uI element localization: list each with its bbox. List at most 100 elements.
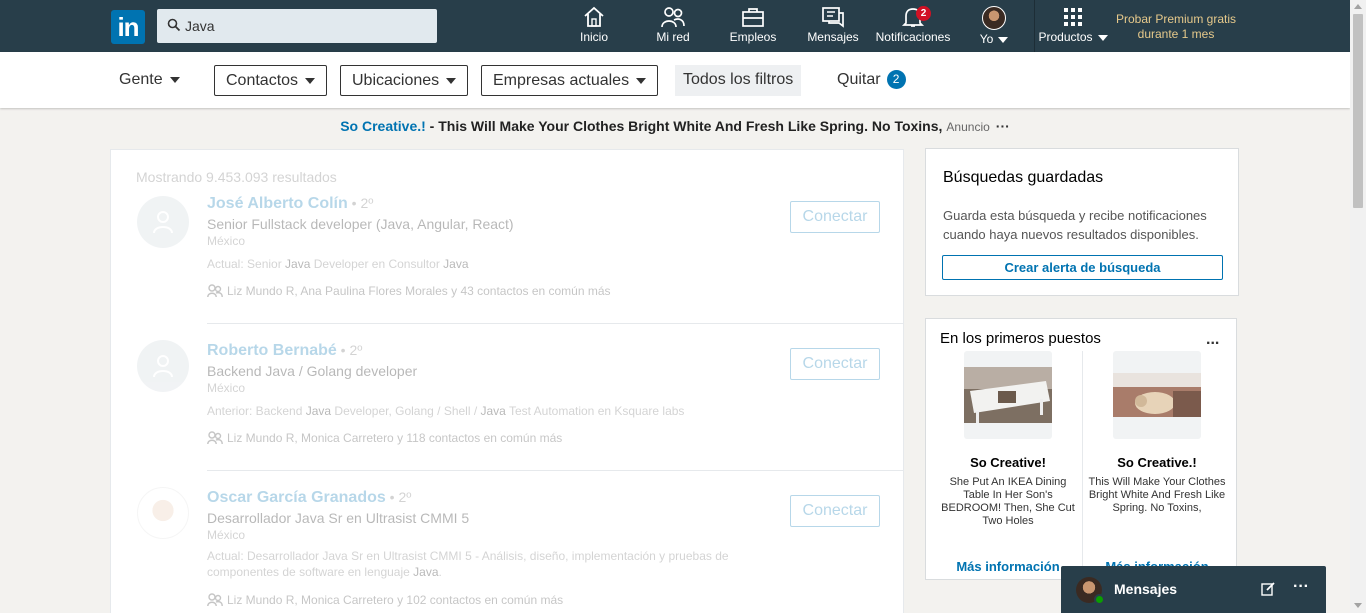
scroll-up-icon[interactable]	[1354, 4, 1362, 9]
create-search-alert-button[interactable]: Crear alerta de búsqueda	[942, 255, 1223, 280]
messaging-overlay[interactable]: Mensajes ···	[1061, 566, 1326, 613]
result-item: José Alberto Colín • 2º Senior Fullstack…	[111, 195, 903, 342]
notifications-badge: 2	[916, 6, 931, 21]
search-box[interactable]	[157, 9, 437, 43]
clear-filters-button[interactable]: Quitar 2	[837, 65, 906, 96]
nav-messaging-label: Mensajes	[807, 30, 859, 44]
chevron-down-icon	[169, 76, 180, 83]
snippet-keyword: Java	[413, 565, 439, 579]
shared-connections[interactable]: Liz Mundo R, Monica Carretero y 118 cont…	[207, 431, 562, 445]
result-headline: Desarrollador Java Sr en Ultrasist CMMI …	[207, 510, 470, 526]
ad-label: Anuncio	[946, 120, 990, 134]
connection-degree: • 2º	[385, 489, 412, 505]
home-icon	[584, 6, 604, 27]
messaging-label[interactable]: Mensajes	[1114, 581, 1177, 597]
global-nav: in Inicio Mi red Empleos Mensajes 2 Noti…	[0, 0, 1350, 52]
filter-connections-label: Contactos	[226, 72, 299, 89]
result-name[interactable]: Roberto Bernabé • 2º	[207, 342, 362, 360]
promoted-description: This Will Make Your Clothes Bright White…	[1088, 476, 1226, 514]
results-count: Mostrando 9.453.093 resultados	[136, 169, 337, 185]
ad-more-icon[interactable]: ···	[996, 118, 1010, 134]
nav-products-label-wrap: Productos	[1036, 30, 1110, 44]
filter-locations[interactable]: Ubicaciones	[340, 65, 469, 96]
promoted-item[interactable]: So Creative! She Put An IKEA Dining Tabl…	[935, 351, 1081, 574]
nav-network[interactable]: Mi red	[652, 6, 694, 50]
nav-divider	[1034, 0, 1035, 52]
shared-connections-text: Liz Mundo R, Monica Carretero y 102 cont…	[227, 593, 564, 607]
connect-button[interactable]: Conectar	[790, 201, 880, 233]
promoted-item[interactable]: So Creative.! This Will Make Your Clothe…	[1084, 351, 1230, 574]
snippet-text: .	[438, 565, 442, 579]
profile-photo-placeholder[interactable]	[137, 196, 189, 248]
connection-degree: • 2º	[347, 195, 374, 211]
filter-current-companies[interactable]: Empresas actuales	[481, 65, 659, 96]
filter-connections[interactable]: Contactos	[214, 65, 328, 96]
linkedin-search-page: in Inicio Mi red Empleos Mensajes 2 Noti…	[0, 0, 1366, 613]
people-icon	[207, 284, 223, 298]
snippet-text: Test Automation en Ksquare labs	[505, 404, 685, 418]
scroll-down-icon[interactable]	[1354, 603, 1362, 608]
ad-text[interactable]: - This Will Make Your Clothes Bright Whi…	[426, 118, 943, 134]
shared-connections-text: Liz Mundo R, Monica Carretero y 118 cont…	[227, 431, 563, 445]
compose-icon[interactable]	[1261, 582, 1275, 596]
result-location: México	[207, 234, 246, 248]
nav-messaging[interactable]: Mensajes	[806, 6, 860, 50]
snippet-keyword: Java	[443, 257, 469, 271]
search-input[interactable]	[185, 9, 425, 43]
ad-banner[interactable]: So Creative.! - This Will Make Your Clot…	[0, 118, 1350, 134]
result-headline: Senior Fullstack developer (Java, Angula…	[207, 216, 514, 232]
promoted-image[interactable]	[1113, 351, 1201, 439]
messages-icon	[822, 7, 844, 28]
snippet-text: Anterior: Backend	[207, 404, 306, 418]
profile-photo-placeholder[interactable]	[137, 340, 189, 392]
nav-me[interactable]: Yo	[974, 6, 1014, 50]
result-location: México	[207, 381, 246, 395]
nav-home-label: Inicio	[579, 30, 608, 44]
messaging-more-icon[interactable]: ···	[1293, 578, 1309, 596]
result-name-text: Oscar García Granados	[207, 489, 386, 506]
filter-locations-label: Ubicaciones	[352, 72, 440, 89]
scrollbar[interactable]	[1350, 0, 1366, 613]
shared-connections[interactable]: Liz Mundo R, Monica Carretero y 102 cont…	[207, 593, 563, 607]
nav-notifications-label: Notificaciones	[875, 30, 951, 44]
promoted-brand: So Creative!	[970, 455, 1046, 470]
linkedin-logo[interactable]: in	[111, 10, 145, 44]
result-headline: Backend Java / Golang developer	[207, 363, 418, 379]
nav-products[interactable]: Productos	[1036, 6, 1110, 50]
table-image	[964, 367, 1052, 423]
connect-button[interactable]: Conectar	[790, 495, 880, 527]
snippet-text: Developer, Golang / Shell /	[331, 404, 481, 418]
premium-trial-link[interactable]: Probar Premium gratis durante 1 mes	[1110, 12, 1242, 42]
ad-advertiser[interactable]: So Creative.!	[340, 118, 426, 134]
result-snippet: Anterior: Backend Java Developer, Golang…	[207, 403, 767, 419]
nav-notifications[interactable]: 2 Notificaciones	[874, 6, 952, 50]
people-icon	[207, 593, 223, 607]
nav-jobs[interactable]: Empleos	[728, 6, 778, 50]
person-icon	[153, 355, 173, 378]
result-name[interactable]: Oscar García Granados • 2º	[207, 489, 411, 507]
nav-home[interactable]: Inicio	[574, 6, 614, 50]
search-filters-bar: Gente Contactos Ubicaciones Empresas act…	[0, 52, 1350, 108]
learn-more-link[interactable]: Más información	[935, 559, 1081, 574]
snippet-text: Actual: Senior	[207, 257, 286, 271]
all-filters-button[interactable]: Todos los filtros	[675, 65, 802, 96]
promoted-image[interactable]	[964, 351, 1052, 439]
briefcase-icon	[742, 8, 764, 27]
result-snippet: Actual: Senior Java Developer en Consult…	[207, 256, 747, 272]
shared-connections[interactable]: Liz Mundo R, Ana Paulina Flores Morales …	[207, 284, 611, 298]
laundry-image	[1113, 373, 1201, 417]
nav-me-label-wrap: Yo	[974, 32, 1014, 46]
promoted-description: She Put An IKEA Dining Table In Her Son'…	[941, 476, 1075, 527]
profile-photo[interactable]	[137, 487, 189, 539]
snippet-keyword: Java	[305, 404, 332, 418]
clear-filters-label: Quitar	[837, 71, 881, 88]
chevron-down-icon	[1097, 34, 1108, 41]
filter-people[interactable]: Gente	[119, 65, 180, 96]
scrollbar-thumb[interactable]	[1353, 14, 1363, 208]
result-name[interactable]: José Alberto Colín • 2º	[207, 195, 373, 213]
connect-button[interactable]: Conectar	[790, 348, 880, 380]
nav-network-label: Mi red	[656, 30, 690, 44]
promoted-more-icon[interactable]: ...	[1206, 331, 1219, 349]
nav-products-label: Productos	[1038, 30, 1093, 44]
result-divider	[207, 470, 903, 471]
